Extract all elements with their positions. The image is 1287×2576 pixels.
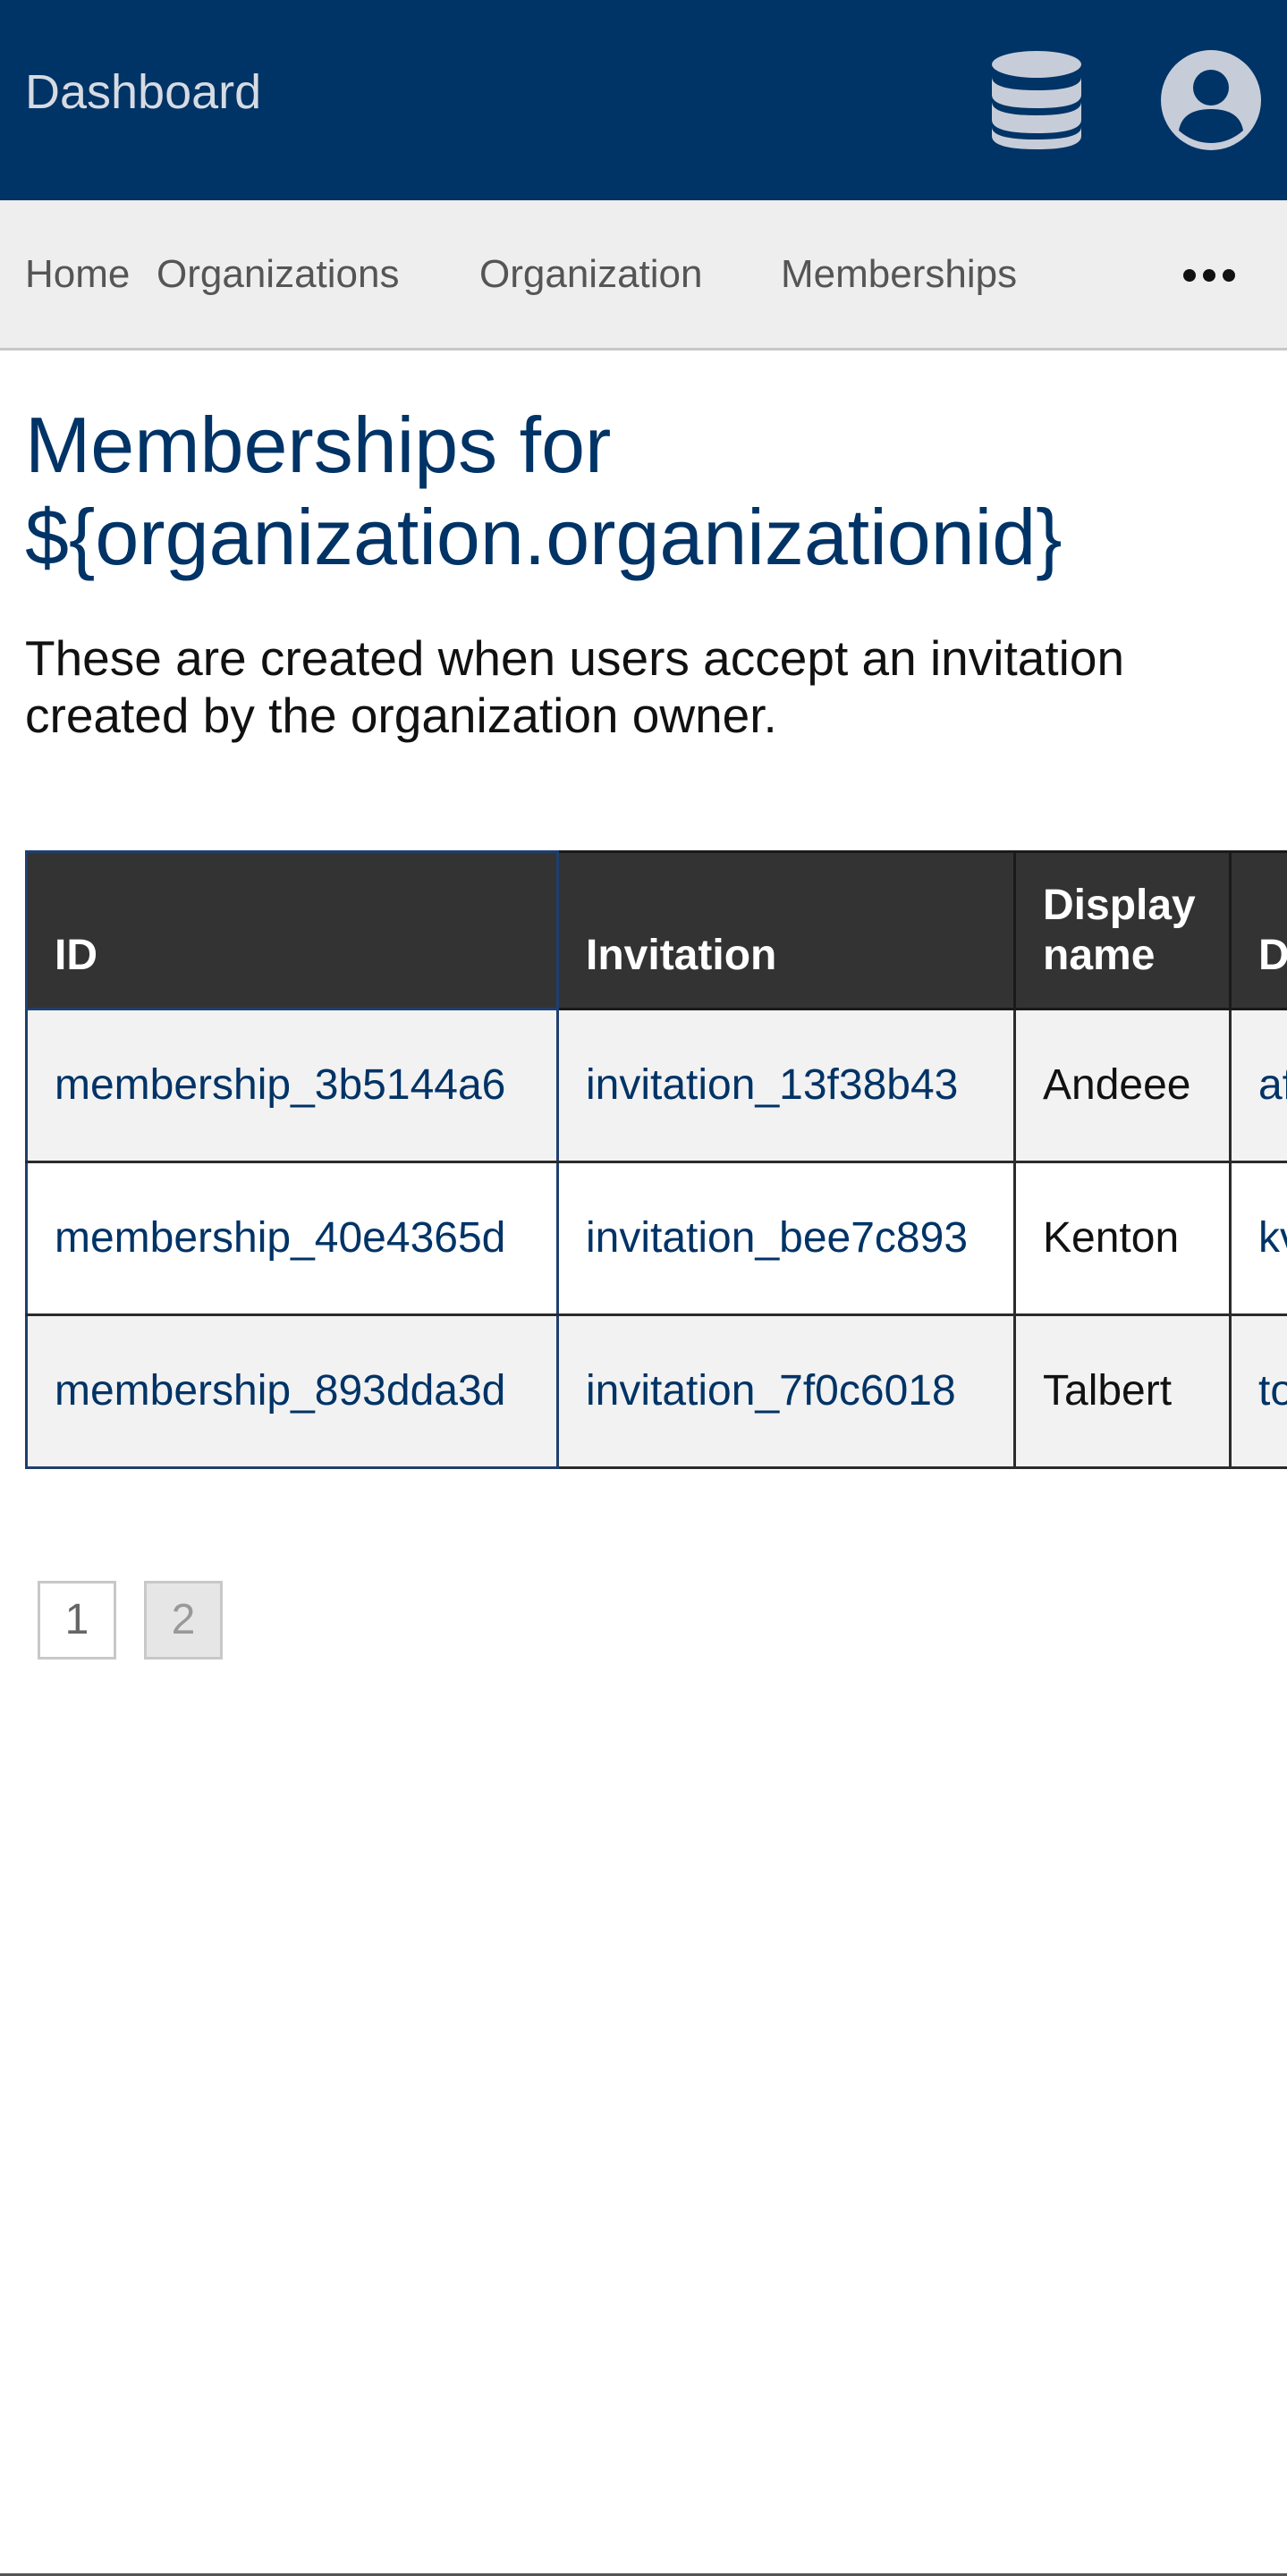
nav-home[interactable]: Home [25,252,130,297]
page-1-button[interactable]: 1 [38,1581,116,1660]
table-row: membership_893dda3d invitation_7f0c6018 … [25,1313,1287,1469]
display-name-cell: Andeee [1013,1008,1232,1163]
header-col4: D [1229,850,1287,1010]
membership-link[interactable]: membership_40e4365d [55,1214,505,1262]
dashboard-link[interactable]: Dashboard [25,64,261,120]
page-title: Memberships for ${organization.organizat… [25,399,1259,583]
breadcrumb-nav: Home Organizations Organization Membersh… [0,200,1287,351]
top-app-bar: Dashboard [0,0,1287,200]
display-name-cell: Talbert [1013,1313,1232,1469]
nav-organizations[interactable]: Organizations [157,252,399,297]
invitation-link[interactable]: invitation_7f0c6018 [586,1367,956,1415]
intro-text: These are created when users accept an i… [25,630,1125,743]
header-id: ID [25,850,559,1010]
invitation-cell: invitation_bee7c893 [556,1161,1016,1316]
page-title-line-2: ${organization.organizationid} [25,493,1063,581]
nav-memberships[interactable]: Memberships [781,252,1017,297]
memberships-table-container[interactable]: ID Invitation Display name D membership_… [25,850,1287,1469]
invitation-link[interactable]: invitation_bee7c893 [586,1214,968,1262]
col4-link[interactable]: af [1258,1061,1287,1109]
membership-id-cell: membership_893dda3d [25,1313,559,1469]
invitation-link[interactable]: invitation_13f38b43 [586,1061,958,1109]
ellipsis-icon[interactable] [1182,256,1236,295]
membership-id-cell: membership_3b5144a6 [25,1008,559,1163]
membership-id-cell: membership_40e4365d [25,1161,559,1316]
col4-link[interactable]: kv [1258,1214,1287,1262]
database-icon[interactable] [990,50,1083,150]
user-icon[interactable] [1161,50,1261,150]
col4-link[interactable]: to m [1258,1367,1287,1415]
col4-cell: to m [1229,1313,1287,1469]
header-invitation: Invitation [556,850,1016,1010]
table-row: membership_40e4365d invitation_bee7c893 … [25,1161,1287,1316]
page-title-line-1: Memberships for [25,401,612,489]
membership-link[interactable]: membership_3b5144a6 [55,1061,505,1109]
memberships-table: ID Invitation Display name D membership_… [25,850,1287,1469]
col4-cell: kv [1229,1161,1287,1316]
page-2-button[interactable]: 2 [144,1581,223,1660]
table-header-row: ID Invitation Display name D [25,850,1287,1010]
header-display-name: Display name [1013,850,1232,1010]
nav-organization[interactable]: Organization [479,252,702,297]
display-name-cell: Kenton [1013,1161,1232,1316]
table-row: membership_3b5144a6 invitation_13f38b43 … [25,1008,1287,1163]
invitation-cell: invitation_13f38b43 [556,1008,1016,1163]
col4-cell: af [1229,1008,1287,1163]
membership-link[interactable]: membership_893dda3d [55,1367,505,1415]
invitation-cell: invitation_7f0c6018 [556,1313,1016,1469]
